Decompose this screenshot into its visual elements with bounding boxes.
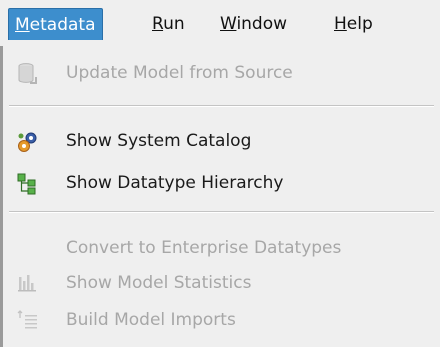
menu-bar: Metadata Run Window Help [0,0,440,47]
menu-help-mnemonic: H [334,14,347,34]
menu-item-label: Show Datatype Hierarchy [66,173,284,193]
menu-window-mnemonic: W [220,14,237,34]
menu-item-convert-to-enterprise-datatypes[interactable]: Convert to Enterprise Datatypes [3,231,440,265]
menu-item-label: Show Model Statistics [66,273,252,293]
menu-item-label: Update Model from Source [66,63,293,83]
menu-separator [9,105,434,107]
menu-window[interactable]: Window [214,8,293,40]
hierarchy-icon [17,173,37,195]
database-update-icon [17,63,37,84]
menu-item-label: Build Model Imports [66,310,236,330]
import-list-icon [17,310,37,330]
menu-item-show-model-statistics[interactable]: Show Model Statistics [3,266,440,300]
menu-run[interactable]: Run [146,8,191,40]
menu-run-mnemonic: R [152,14,164,34]
menu-item-label: Show System Catalog [66,131,252,151]
menu-separator [9,211,434,213]
menu-item-build-model-imports[interactable]: Build Model Imports [3,303,440,337]
bar-chart-icon [17,273,37,293]
menu-help-label: elp [346,14,373,34]
menu-help[interactable]: Help [328,8,379,40]
menu-metadata[interactable]: Metadata [8,8,103,40]
menu-item-label: Convert to Enterprise Datatypes [66,238,342,258]
menu-metadata-label: etadata [29,15,96,35]
menu-window-label: indow [236,14,288,34]
gears-icon [17,131,37,152]
menu-item-show-datatype-hierarchy[interactable]: Show Datatype Hierarchy [3,166,440,200]
menu-item-show-system-catalog[interactable]: Show System Catalog [3,124,440,158]
menu-item-update-model-from-source[interactable]: Update Model from Source [3,56,440,90]
menu-metadata-mnemonic: M [15,15,30,35]
metadata-dropdown-menu: Update Model from Source Show System Cat… [0,46,440,347]
menu-run-label: un [163,14,185,34]
